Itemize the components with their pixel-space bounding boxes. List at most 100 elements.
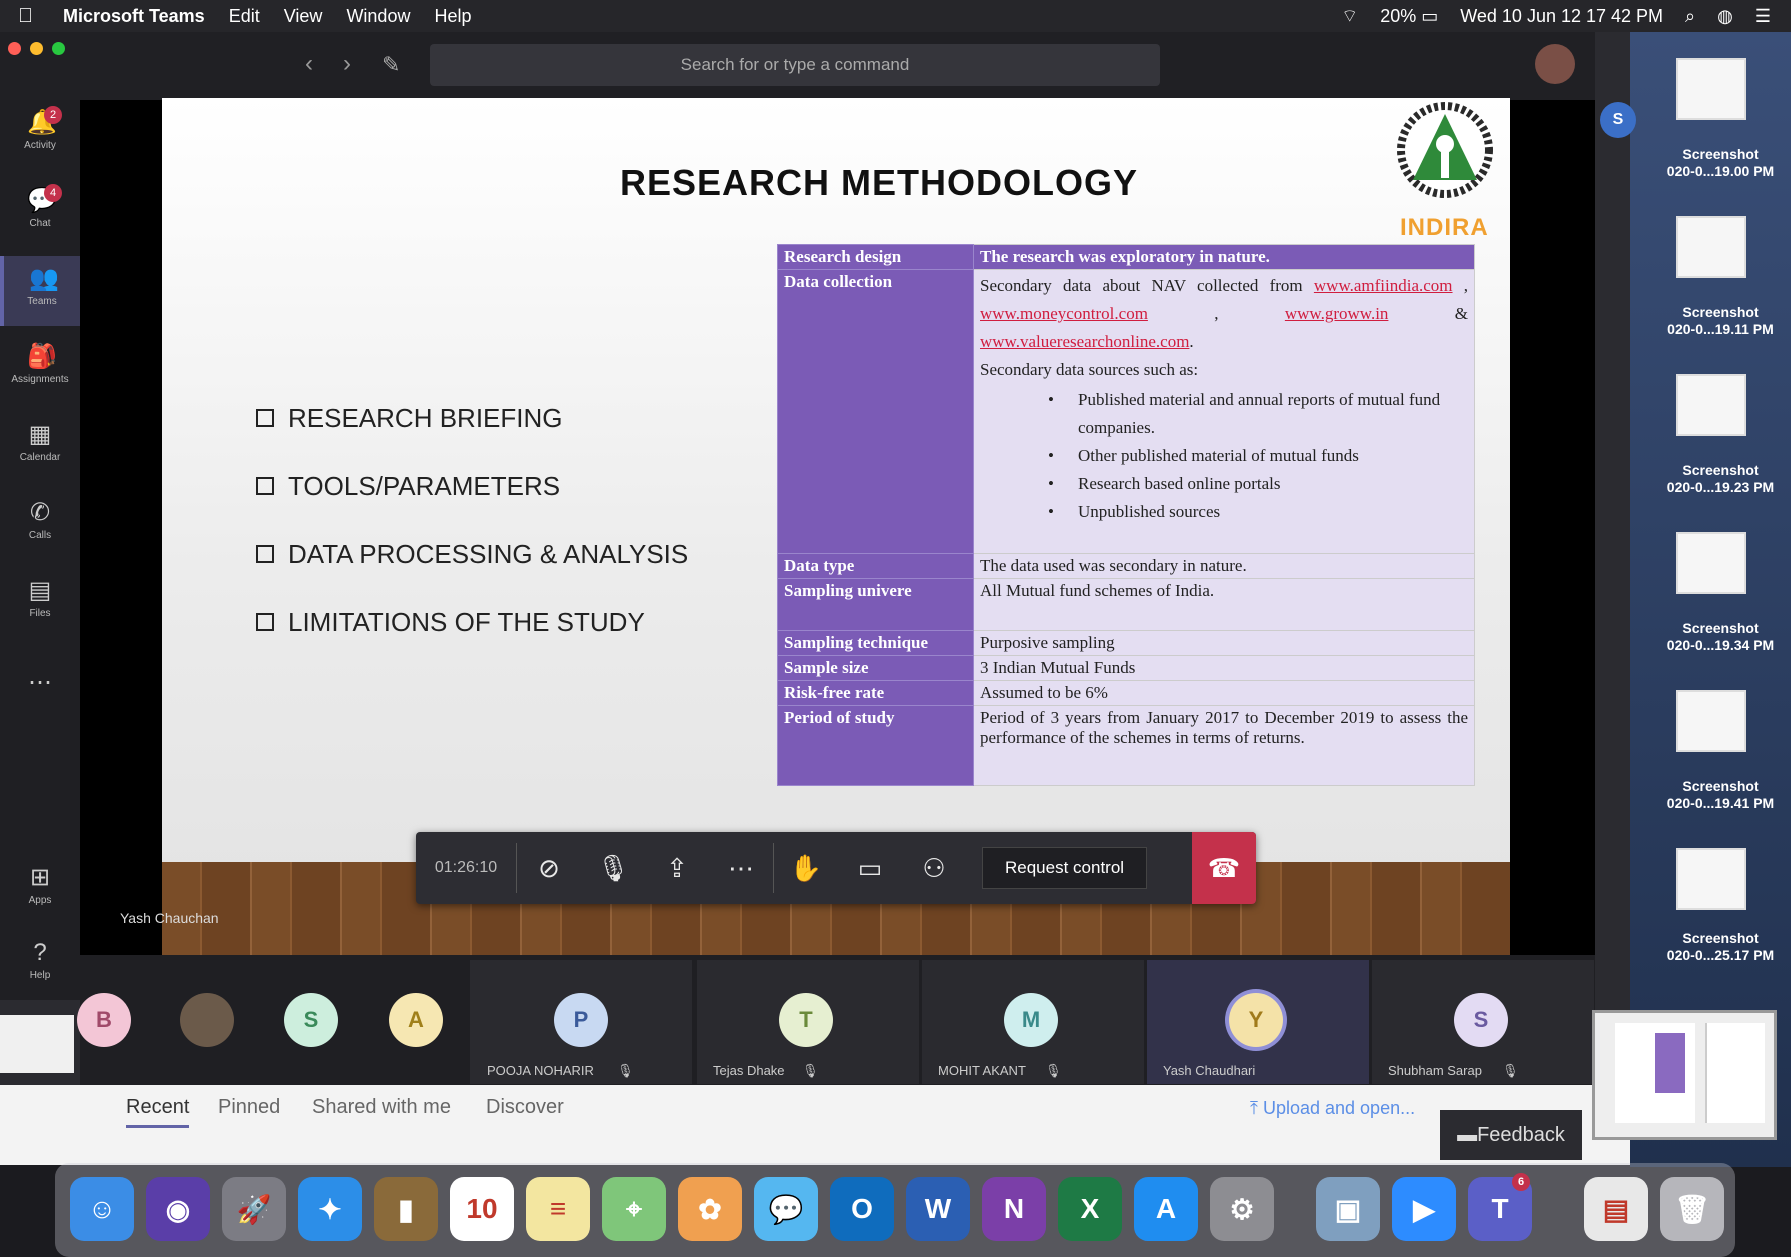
rail-activity[interactable]: 🔔 Activity 2 [0, 100, 80, 170]
compose-icon[interactable]: ✎ [382, 52, 400, 78]
mic-muted-icon: 🎙 [617, 1063, 634, 1078]
clock[interactable]: Wed 10 Jun 12 17 42 PM [1460, 6, 1663, 27]
rail-calls[interactable]: ✆ Calls [0, 490, 80, 560]
participant-avatar[interactable]: S [284, 993, 338, 1047]
outlook-icon[interactable]: O [830, 1177, 894, 1241]
notes-book-icon[interactable]: ▮ [374, 1177, 438, 1241]
table-row: Sample size 3 Indian Mutual Funds [777, 655, 1475, 681]
photos-icon[interactable]: ✿ [678, 1177, 742, 1241]
maps-icon[interactable]: ⌖ [602, 1177, 666, 1241]
forward-icon[interactable]: › [343, 50, 351, 78]
rail-assignments[interactable]: 🎒 Assignments [0, 334, 80, 404]
link-groww[interactable]: www.groww.in [1285, 304, 1389, 323]
finder-icon[interactable]: ☺ [70, 1177, 134, 1241]
screenshot-file-icon[interactable] [1676, 690, 1746, 752]
thumbnail-sidebar [1705, 1023, 1765, 1123]
avatar-initial: A [408, 1007, 424, 1032]
file-label[interactable]: Screenshot 020-0...25.17 PM [1650, 930, 1791, 964]
search-input[interactable]: Search for or type a command [430, 44, 1160, 86]
apple-icon[interactable]:  [18, 5, 33, 28]
settings-icon[interactable]: ⚙ [1210, 1177, 1274, 1241]
menu-help[interactable]: Help [434, 6, 471, 27]
battery-status[interactable]: 20% ▭ [1380, 6, 1438, 27]
share-screen-icon[interactable]: ⇪ [645, 832, 709, 904]
request-control-button[interactable]: Request control [982, 847, 1148, 889]
participant-avatar: Y [1229, 993, 1283, 1047]
profile-avatar[interactable] [1535, 44, 1575, 84]
desktop-avatar[interactable]: S [1600, 102, 1636, 138]
feedback-button[interactable]: ▬ Feedback [1440, 1110, 1582, 1160]
menu-view[interactable]: View [284, 6, 323, 27]
device-icon[interactable] [0, 1015, 74, 1073]
rail-calendar[interactable]: ▦ Calendar [0, 412, 80, 482]
participant-avatar[interactable]: A [389, 993, 443, 1047]
zoom-icon[interactable]: ▶ [1392, 1177, 1456, 1241]
back-icon[interactable]: ‹ [305, 50, 313, 78]
word-icon[interactable]: W [906, 1177, 970, 1241]
more-actions-icon[interactable]: ⋯ [709, 832, 773, 904]
screenshot-file-icon[interactable] [1676, 374, 1746, 436]
link-amfiindia[interactable]: www.amfiindia.com [1314, 276, 1453, 295]
upload-and-open-link[interactable]: ⤒ Upload and open... [1250, 1098, 1415, 1119]
phone-icon: ✆ [29, 499, 51, 526]
rail-files[interactable]: ▤ Files [0, 568, 80, 638]
screenshot-thumbnail-preview[interactable] [1592, 1010, 1777, 1140]
menu-app-name[interactable]: Microsoft Teams [63, 6, 205, 27]
participant-avatar[interactable]: B [77, 993, 131, 1047]
onenote-icon[interactable]: N [982, 1177, 1046, 1241]
user-icon[interactable]: ◍ [1717, 6, 1733, 27]
file-label[interactable]: Screenshot 020-0...19.41 PM [1650, 778, 1791, 812]
link-valueresearch[interactable]: www.valueresearchonline.com [980, 332, 1189, 351]
notes-icon[interactable]: ≡ [526, 1177, 590, 1241]
rail-teams[interactable]: 👥 Teams [0, 256, 80, 326]
battery-percent: 20% [1380, 5, 1417, 26]
microphone-icon[interactable]: 🎙 [581, 832, 645, 904]
hang-up-button[interactable]: ☎ [1192, 832, 1256, 904]
minimize-window-icon[interactable] [30, 42, 43, 55]
file-label-line1: Screenshot [1682, 462, 1759, 478]
safari-icon[interactable]: ✦ [298, 1177, 362, 1241]
spotlight-icon[interactable]: ⌕ [1685, 6, 1695, 27]
trash-icon[interactable]: 🗑 [1660, 1177, 1724, 1241]
menu-edit[interactable]: Edit [229, 6, 260, 27]
tab-pinned[interactable]: Pinned [218, 1096, 280, 1119]
launchpad-icon[interactable]: 🚀 [222, 1177, 286, 1241]
close-window-icon[interactable] [8, 42, 21, 55]
rail-apps[interactable]: ⊞ Apps [0, 855, 80, 925]
menu-window[interactable]: Window [346, 6, 410, 27]
excel-icon[interactable]: X [1058, 1177, 1122, 1241]
teams-icon[interactable]: T6 [1468, 1173, 1532, 1241]
rail-more[interactable]: ⋯ [0, 660, 80, 730]
tab-recent[interactable]: Recent [126, 1096, 190, 1128]
list-item: Research based online portals [1048, 470, 1468, 498]
meeting-chat-icon[interactable]: ▭ [838, 832, 902, 904]
participants-icon[interactable]: ⚇ [902, 832, 966, 904]
wifi-icon[interactable]: ⌔ [1341, 5, 1358, 28]
notification-center-icon[interactable]: ☰ [1755, 6, 1771, 27]
screenshot-file-icon[interactable] [1676, 216, 1746, 278]
preview-icon[interactable]: ▣ [1316, 1177, 1380, 1241]
camera-off-icon[interactable]: ⊘ [517, 832, 581, 904]
file-label[interactable]: Screenshot 020-0...19.23 PM [1650, 462, 1791, 496]
tab-shared-with-me[interactable]: Shared with me [312, 1096, 451, 1119]
participant-avatar-photo[interactable] [180, 993, 234, 1047]
tab-discover[interactable]: Discover [486, 1096, 564, 1119]
calendar-icon[interactable]: 10 [450, 1177, 514, 1241]
link-moneycontrol[interactable]: www.moneycontrol.com [980, 304, 1148, 323]
siri-icon[interactable]: ◉ [146, 1177, 210, 1241]
checkbox-bullet-icon [256, 477, 274, 495]
screenshot-file-icon[interactable] [1676, 848, 1746, 910]
document-icon[interactable]: ▤ [1584, 1177, 1648, 1241]
messages-icon[interactable]: 💬 [754, 1177, 818, 1241]
chat-badge: 4 [44, 184, 62, 202]
file-label[interactable]: Screenshot 020-0...19.34 PM [1650, 620, 1791, 654]
file-label[interactable]: Screenshot 020-0...19.00 PM [1650, 146, 1791, 180]
rail-chat[interactable]: 💬 Chat 4 [0, 178, 80, 248]
screenshot-file-icon[interactable] [1676, 58, 1746, 120]
file-label[interactable]: Screenshot 020-0...19.11 PM [1650, 304, 1791, 338]
screenshot-file-icon[interactable] [1676, 532, 1746, 594]
raise-hand-icon[interactable]: ✋ [774, 832, 838, 904]
rail-help[interactable]: ? Help [0, 930, 80, 1000]
appstore-icon[interactable]: A [1134, 1177, 1198, 1241]
zoom-window-icon[interactable] [52, 42, 65, 55]
